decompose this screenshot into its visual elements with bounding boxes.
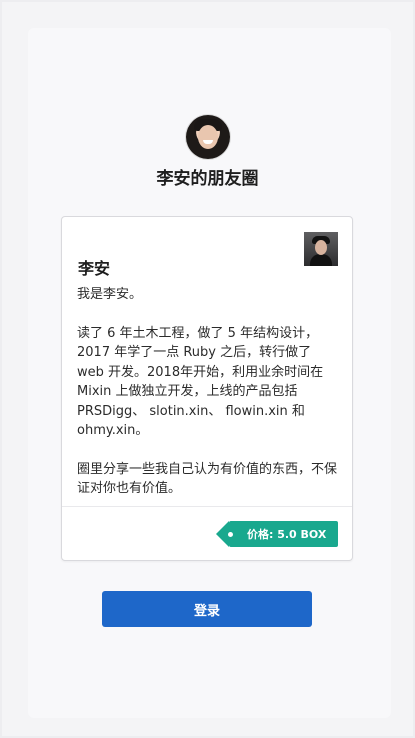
profile-avatar-icon: [185, 115, 230, 159]
description-paragraph: 读了 6 年土木工程，做了 5 年结构设计，2017 年学了一点 Ruby 之后…: [77, 325, 324, 439]
card-description: 我是李安。 读了 6 年土木工程，做了 5 年结构设计，2017 年学了一点 R…: [77, 285, 342, 518]
tag-hole-icon: [228, 532, 233, 537]
card-name: 李安: [78, 259, 111, 278]
page-title: 李安的朋友圈: [156, 169, 259, 189]
description-paragraph: 圈里分享一些我自己认为有价值的东西，不保证对你也有价值。: [77, 461, 338, 497]
profile-card: 李安 我是李安。 读了 6 年土木工程，做了 5 年结构设计，2017 年学了一…: [61, 216, 353, 561]
profile-header: 李安的朋友圈: [0, 115, 415, 189]
login-button[interactable]: 登录: [102, 591, 312, 627]
card-divider: [62, 506, 352, 507]
profile-photo-icon: [304, 232, 338, 266]
description-paragraph: 我是李安。: [77, 287, 143, 302]
price-tag: 价格: 5.0 BOX: [216, 521, 338, 547]
price-label: 价格: 5.0 BOX: [247, 528, 327, 541]
